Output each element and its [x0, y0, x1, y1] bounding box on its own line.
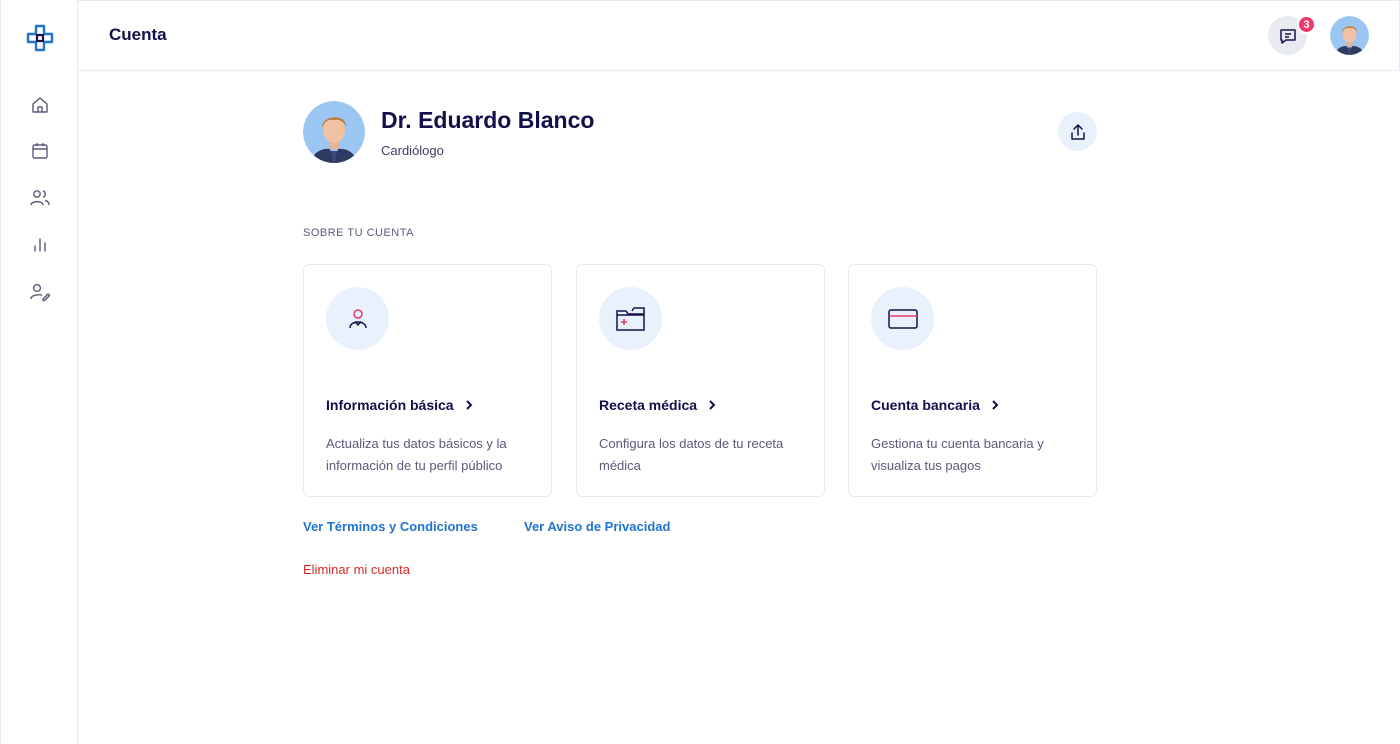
chevron-right-icon — [709, 400, 716, 410]
chart-icon[interactable] — [28, 233, 52, 257]
card-title-text: Cuenta bancaria — [871, 397, 980, 413]
card-basic-info[interactable]: Información básica Actualiza tus datos b… — [303, 264, 552, 497]
profile-role: Cardiólogo — [381, 143, 444, 158]
card-title-text: Información básica — [326, 397, 454, 413]
delete-account-link[interactable]: Eliminar mi cuenta — [303, 562, 410, 577]
terms-link[interactable]: Ver Términos y Condiciones — [303, 519, 478, 534]
home-icon[interactable] — [28, 93, 52, 117]
chat-icon — [1279, 28, 1296, 44]
card-title: Cuenta bancaria — [871, 397, 1000, 413]
avatar[interactable] — [1330, 16, 1369, 55]
calendar-icon[interactable] — [28, 139, 52, 163]
users-icon[interactable] — [28, 186, 52, 210]
notification-badge: 3 — [1297, 15, 1316, 34]
card-description: Configura los datos de tu receta médica — [599, 436, 784, 473]
credit-card-icon — [871, 287, 934, 350]
section-label: SOBRE TU CUENTA — [303, 227, 414, 239]
page-title: Cuenta — [109, 25, 167, 44]
top-header: Cuenta 3 — [78, 0, 1400, 71]
logo-icon[interactable] — [24, 22, 56, 54]
card-prescription[interactable]: Receta médica Configura los datos de tu … — [576, 264, 825, 497]
user-icon — [326, 287, 389, 350]
sidebar — [0, 0, 78, 744]
card-title: Información básica — [326, 397, 474, 413]
profile-name: Dr. Eduardo Blanco — [381, 107, 595, 133]
card-title-text: Receta médica — [599, 397, 698, 413]
card-description: Actualiza tus datos básicos y la informa… — [326, 436, 507, 473]
card-bank-account[interactable]: Cuenta bancaria Gestiona tu cuenta banca… — [848, 264, 1097, 497]
chevron-right-icon — [465, 400, 473, 410]
share-icon — [1070, 123, 1085, 140]
card-title: Receta médica — [599, 397, 717, 413]
profile-avatar — [303, 101, 365, 163]
user-edit-icon[interactable] — [28, 280, 52, 304]
share-button[interactable] — [1058, 112, 1097, 151]
chevron-right-icon — [992, 400, 999, 410]
folder-plus-icon — [599, 287, 662, 350]
privacy-link[interactable]: Ver Aviso de Privacidad — [524, 519, 670, 534]
card-description: Gestiona tu cuenta bancaria y visualiza … — [871, 436, 1044, 473]
